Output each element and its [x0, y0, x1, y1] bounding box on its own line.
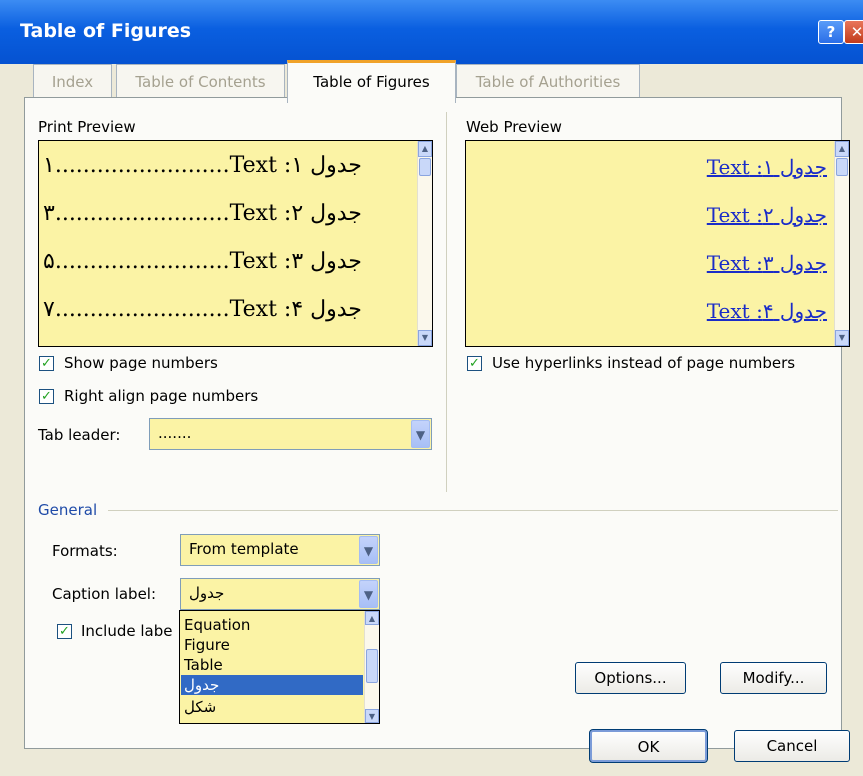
print-preview-label: Print Preview: [38, 118, 136, 136]
formats-value: From template: [189, 540, 299, 558]
scroll-thumb[interactable]: [366, 649, 378, 683]
scroll-up-icon[interactable]: ▲: [835, 141, 849, 157]
scroll-thumb[interactable]: [419, 158, 431, 176]
scroll-up-icon[interactable]: ▲: [365, 611, 379, 625]
cancel-button[interactable]: Cancel: [734, 730, 850, 762]
tab-leader-value: .......: [158, 424, 192, 442]
table-of-figures-dialog: Table of Figures ? ✕ Index Table of Cont…: [0, 0, 863, 776]
close-button[interactable]: ✕: [844, 20, 863, 44]
web-preview-link[interactable]: جدول ۲: Text: [707, 203, 827, 227]
formats-label: Formats:: [52, 542, 118, 560]
web-preview-label: Web Preview: [466, 118, 562, 136]
web-preview-link[interactable]: جدول ۴: Text: [707, 299, 827, 323]
general-heading: General: [38, 501, 98, 519]
preview-divider: [446, 112, 447, 492]
web-preview-box[interactable]: جدول ۱: Text جدول ۲: Text جدول ۳: Text ج…: [465, 140, 850, 347]
show-page-numbers-checkbox[interactable]: ✓: [39, 356, 54, 371]
show-page-numbers-label[interactable]: Show page numbers: [64, 354, 218, 372]
tab-index[interactable]: Index: [33, 64, 112, 99]
print-preview-box[interactable]: ۱.........................جدول ۱: Text ۳…: [38, 140, 433, 347]
dropdown-option[interactable]: Equation: [181, 615, 363, 635]
include-label-label[interactable]: Include labe: [81, 622, 172, 640]
ok-button[interactable]: OK: [589, 729, 708, 763]
caption-label-label: Caption label:: [52, 585, 157, 603]
dropdown-scrollbar[interactable]: ▲ ▼: [364, 611, 379, 723]
general-divider: [108, 510, 838, 511]
caption-label-dropdown-list[interactable]: Equation Figure Table جدول شکل ▲ ▼: [179, 610, 380, 724]
web-preview-scrollbar[interactable]: ▲ ▼: [834, 141, 849, 346]
caption-label-select[interactable]: جدول ▼: [180, 578, 380, 610]
print-preview-entry: ۷.........................جدول ۴: Text: [43, 297, 362, 322]
use-hyperlinks-checkbox[interactable]: ✓: [467, 356, 482, 371]
right-align-label[interactable]: Right align page numbers: [64, 387, 258, 405]
scroll-down-icon[interactable]: ▼: [835, 330, 849, 346]
dropdown-option[interactable]: Table: [181, 655, 363, 675]
formats-select[interactable]: From template ▼: [180, 534, 380, 566]
dropdown-option-selected[interactable]: جدول: [181, 675, 363, 695]
help-button[interactable]: ?: [818, 20, 844, 44]
tab-leader-label: Tab leader:: [38, 426, 121, 444]
print-preview-entry: ۳.........................جدول ۲: Text: [43, 201, 362, 226]
right-align-checkbox[interactable]: ✓: [39, 389, 54, 404]
tab-leader-select[interactable]: ....... ▼: [149, 418, 432, 450]
tab-table-of-authorities[interactable]: Table of Authorities: [456, 64, 640, 99]
tab-table-of-figures[interactable]: Table of Figures: [287, 60, 456, 103]
print-preview-scrollbar[interactable]: ▲ ▼: [417, 141, 432, 346]
scroll-thumb[interactable]: [836, 158, 848, 176]
chevron-down-icon[interactable]: ▼: [411, 420, 430, 448]
dropdown-option[interactable]: Figure: [181, 635, 363, 655]
window-title: Table of Figures: [20, 20, 192, 42]
print-preview-entry: ۵.........................جدول ۳: Text: [43, 249, 362, 274]
tab-table-of-contents[interactable]: Table of Contents: [116, 64, 285, 99]
chevron-down-icon[interactable]: ▼: [359, 536, 378, 564]
chevron-down-icon[interactable]: ▼: [359, 580, 378, 608]
dropdown-option[interactable]: شکل: [181, 697, 363, 717]
web-preview-link[interactable]: جدول ۳: Text: [707, 251, 827, 275]
caption-label-value: جدول: [189, 584, 225, 602]
title-bar: Table of Figures ? ✕: [0, 0, 863, 64]
options-button[interactable]: Options...: [575, 662, 686, 694]
scroll-down-icon[interactable]: ▼: [365, 709, 379, 723]
modify-button[interactable]: Modify...: [720, 662, 827, 694]
include-label-checkbox[interactable]: ✓: [57, 624, 72, 639]
scroll-up-icon[interactable]: ▲: [418, 141, 432, 157]
print-preview-entry: ۱.........................جدول ۱: Text: [43, 153, 362, 178]
web-preview-link[interactable]: جدول ۱: Text: [707, 155, 827, 179]
use-hyperlinks-label[interactable]: Use hyperlinks instead of page numbers: [492, 354, 795, 372]
scroll-down-icon[interactable]: ▼: [418, 330, 432, 346]
